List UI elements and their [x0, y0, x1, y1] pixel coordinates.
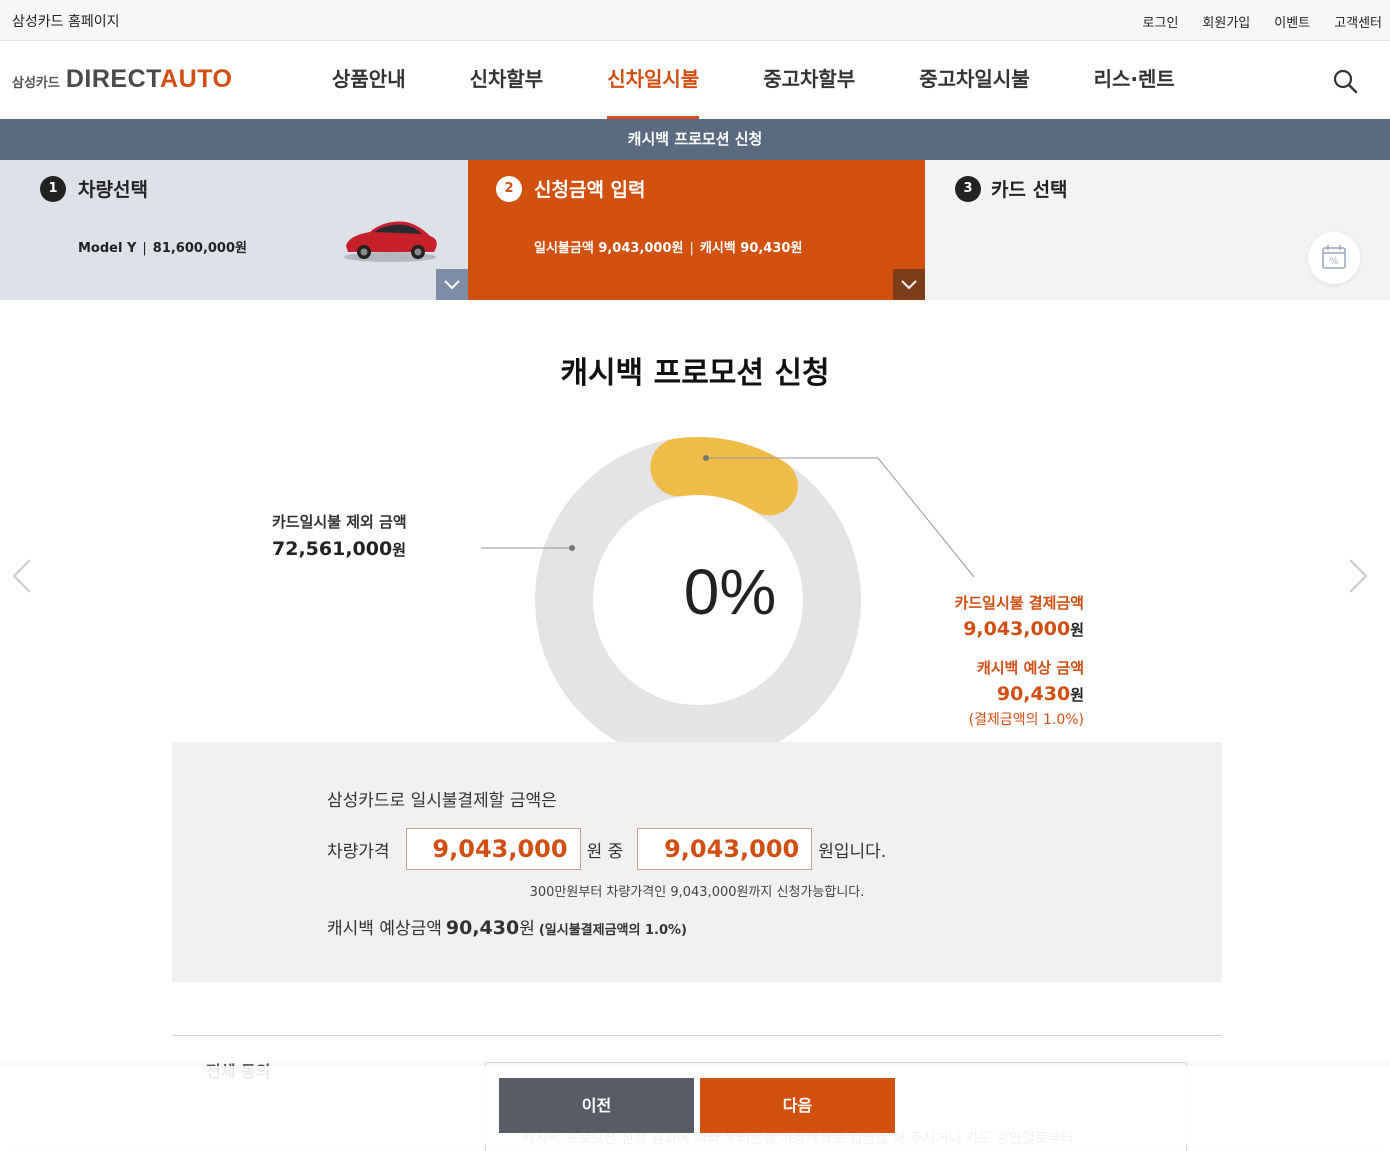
main-menu: 상품안내 신차할부 신차일시불 중고차할부 중고차일시불 리스·렌트: [300, 41, 1207, 119]
step-title: 카드 선택: [991, 179, 1068, 201]
next-button[interactable]: 다음: [700, 1078, 895, 1133]
step-vehicle-select[interactable]: 1 차량선택 Model Y | 81,600,000원: [0, 160, 468, 300]
step-indicator: 1 차량선택 Model Y | 81,600,000원 2 신청금액 입력 일시불…: [0, 160, 1390, 300]
expected-title: 캐시백 예상 금액: [976, 659, 1084, 677]
step-title: 차량선택: [78, 179, 148, 201]
prev-button[interactable]: 이전: [499, 1078, 694, 1133]
car-price-label: 차량가격: [327, 841, 390, 862]
menu-used-car-installment[interactable]: 중고차할부: [731, 41, 887, 119]
logo-wordmark: DIRECTAUTO: [66, 65, 233, 94]
event-link[interactable]: 이벤트: [1274, 12, 1310, 31]
step-number: 1: [40, 176, 66, 202]
end-text: 원입니다.: [818, 841, 887, 862]
range-hint: 300만원부터 차량가격인 9,043,000원까지 신청가능합니다.: [529, 885, 865, 900]
panel-intro: 삼성카드로 일시불결제할 금액은: [327, 791, 557, 811]
cashback-percent: (일시불결제금액의 1.0%): [538, 923, 688, 938]
sub-title-bar: 캐시백 프로모션 신청: [0, 119, 1390, 160]
paid-title: 카드일시불 결제금액: [954, 594, 1084, 612]
step-summary: Model Y | 81,600,000원: [78, 241, 247, 256]
global-navigation: 삼성카드 DIRECTAUTO 상품안내 신차할부 신차일시불 중고차할부 중고…: [0, 41, 1390, 119]
step-title: 신청금액 입력: [534, 179, 646, 201]
vehicle-price: 81,600,000원: [152, 241, 247, 256]
logo-auto: AUTO: [160, 65, 233, 93]
cashback-unit: 원: [519, 919, 535, 939]
menu-product-info[interactable]: 상품안내: [300, 41, 438, 119]
amount-input-panel: 삼성카드로 일시불결제할 금액은 차량가격 9,043,000 원 중 9,04…: [172, 742, 1222, 982]
step1-expand-toggle[interactable]: [436, 269, 468, 300]
login-link[interactable]: 로그인: [1143, 12, 1179, 31]
cashback-value: 90,430: [445, 917, 520, 939]
donut-percent-label: 0%: [684, 556, 777, 628]
calendar-percent-icon: %: [1308, 232, 1360, 284]
step-summary: 일시불금액 9,043,000원 | 캐시백 90,430원: [534, 241, 803, 256]
paid-value: 9,043,000원: [963, 618, 1084, 640]
section-divider: [172, 1035, 1222, 1036]
lumpsum-amount-input[interactable]: 9,043,000: [637, 828, 813, 870]
paid-amount-label: 카드일시불 결제금액 9,043,000원: [955, 592, 1084, 640]
menu-new-car-lumpsum[interactable]: 신차일시불: [575, 41, 731, 119]
utility-bar: 삼성카드 홈페이지 로그인 회원가입 이벤트 고객센터: [0, 0, 1390, 41]
car-price-field[interactable]: 9,043,000: [405, 828, 581, 870]
step-card-select[interactable]: 3 카드 선택 %: [925, 160, 1390, 300]
cashback-label: 캐시백 예상금액: [327, 919, 442, 939]
samsungcard-home-link[interactable]: 삼성카드 홈페이지: [12, 11, 120, 31]
expected-cashback-label: 캐시백 예상 금액 90,430원 (결제금액의 1.0%): [969, 657, 1084, 729]
svg-text:%: %: [1330, 257, 1339, 267]
signup-link[interactable]: 회원가입: [1202, 12, 1250, 31]
menu-used-car-lumpsum[interactable]: 중고차일시불: [887, 41, 1061, 119]
excluded-value: 72,561,000원: [272, 538, 407, 560]
step-amount-input[interactable]: 2 신청금액 입력 일시불금액 9,043,000원 | 캐시백 90,430원: [468, 160, 925, 300]
car-image: [344, 221, 437, 262]
menu-new-car-installment[interactable]: 신차할부: [438, 41, 576, 119]
search-icon[interactable]: [1332, 68, 1358, 94]
lumpsum-amount: 일시불금액 9,043,000원: [534, 241, 684, 256]
chevron-down-icon: [444, 280, 460, 290]
payment-ratio-donut: 0%: [535, 437, 861, 763]
vehicle-model: Model Y: [78, 241, 137, 256]
chevron-left-icon[interactable]: [8, 556, 36, 596]
mid-text: 원 중: [586, 841, 624, 862]
excluded-amount-label: 카드일시불 제외 금액 72,561,000원: [272, 511, 407, 560]
step-number: 3: [955, 176, 981, 202]
chevron-right-icon[interactable]: [1344, 556, 1372, 596]
cashback-amount: 캐시백 90,430원: [699, 241, 803, 256]
logo-direct: DIRECT: [65, 65, 161, 93]
chevron-down-icon: [901, 280, 917, 290]
excluded-title: 카드일시불 제외 금액: [272, 513, 407, 531]
utility-links: 로그인 회원가입 이벤트 고객센터: [1143, 12, 1382, 31]
sticky-footer: [0, 1066, 1390, 1144]
expected-note: (결제금액의 1.0%): [968, 712, 1084, 728]
cashback-summary: 캐시백 예상금액 90,430 원 (일시불결제금액의 1.0%): [327, 914, 687, 939]
donut-segment-paid: [650, 437, 798, 516]
logo[interactable]: 삼성카드 DIRECTAUTO: [12, 65, 232, 94]
page-title: 캐시백 프로모션 신청: [560, 356, 830, 391]
step2-expand-toggle[interactable]: [893, 269, 925, 300]
expected-value: 90,430원: [996, 683, 1084, 705]
menu-lease-rent[interactable]: 리스·렌트: [1062, 41, 1207, 119]
customer-center-link[interactable]: 고객센터: [1334, 12, 1382, 31]
step-number: 2: [496, 176, 522, 202]
amount-row: 차량가격 9,043,000 원 중 9,043,000 원입니다.: [327, 828, 886, 870]
logo-prefix: 삼성카드: [12, 76, 60, 91]
